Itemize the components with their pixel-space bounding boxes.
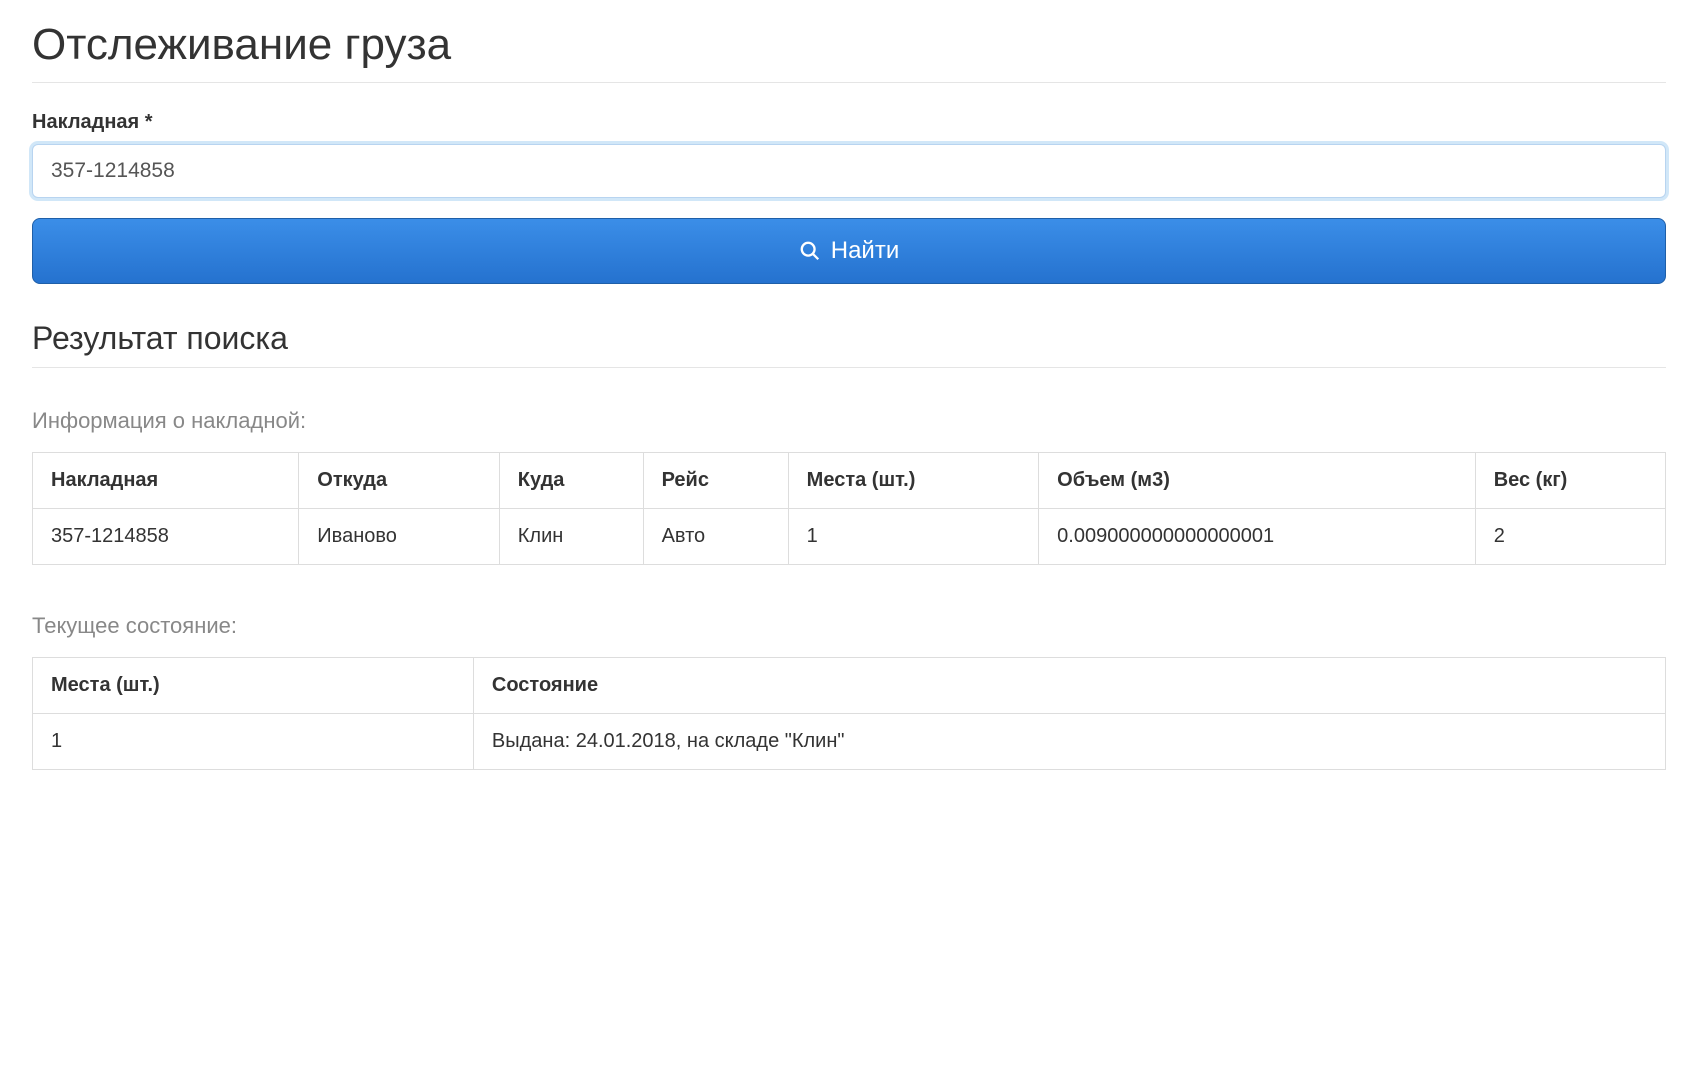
col-places: Места (шт.)	[788, 453, 1039, 509]
col-route: Рейс	[643, 453, 788, 509]
col-waybill: Накладная	[33, 453, 299, 509]
cell-to: Клин	[499, 509, 643, 565]
col-weight: Вес (кг)	[1475, 453, 1665, 509]
table-row: 357-1214858 Иваново Клин Авто 1 0.009000…	[33, 509, 1666, 565]
info-table: Накладная Откуда Куда Рейс Места (шт.) О…	[32, 452, 1666, 565]
cell-route: Авто	[643, 509, 788, 565]
col-to: Куда	[499, 453, 643, 509]
search-icon	[799, 240, 821, 262]
waybill-label: Накладная *	[32, 111, 1666, 134]
results-divider	[32, 367, 1666, 368]
col-status-places: Места (шт.)	[33, 658, 474, 714]
cell-volume: 0.009000000000000001	[1039, 509, 1476, 565]
search-button[interactable]: Найти	[32, 218, 1666, 284]
status-subheading: Текущее состояние:	[32, 613, 1666, 639]
page-title: Отслеживание груза	[32, 20, 1666, 70]
cell-weight: 2	[1475, 509, 1665, 565]
waybill-form-group: Накладная *	[32, 111, 1666, 198]
cell-status-places: 1	[33, 714, 474, 770]
col-status-state: Состояние	[473, 658, 1665, 714]
status-table: Места (шт.) Состояние 1 Выдана: 24.01.20…	[32, 657, 1666, 770]
search-button-label: Найти	[831, 237, 899, 265]
results-heading: Результат поиска	[32, 320, 1666, 357]
title-divider	[32, 82, 1666, 83]
col-volume: Объем (м3)	[1039, 453, 1476, 509]
info-subheading: Информация о накладной:	[32, 408, 1666, 434]
waybill-input[interactable]	[32, 144, 1666, 198]
table-row: 1 Выдана: 24.01.2018, на складе "Клин"	[33, 714, 1666, 770]
cell-status-state: Выдана: 24.01.2018, на складе "Клин"	[473, 714, 1665, 770]
table-header-row: Накладная Откуда Куда Рейс Места (шт.) О…	[33, 453, 1666, 509]
cell-places: 1	[788, 509, 1039, 565]
table-header-row: Места (шт.) Состояние	[33, 658, 1666, 714]
col-from: Откуда	[299, 453, 499, 509]
cell-waybill: 357-1214858	[33, 509, 299, 565]
cell-from: Иваново	[299, 509, 499, 565]
